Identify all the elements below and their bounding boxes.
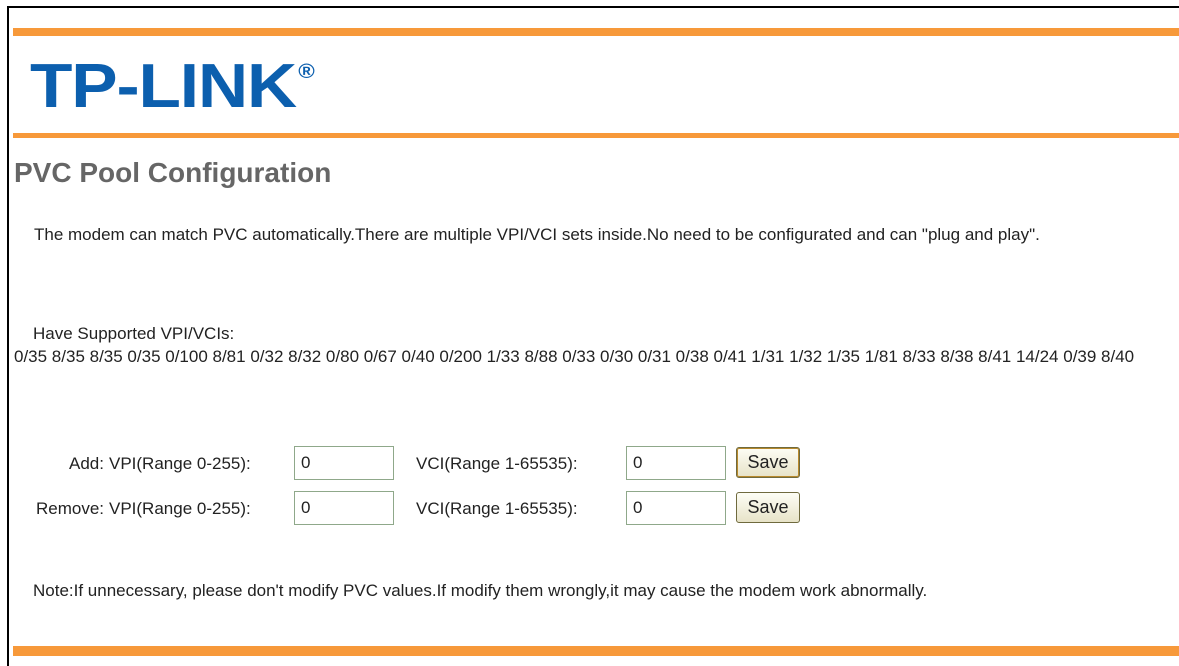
remove-save-button[interactable]: Save (736, 492, 800, 523)
description-text: The modem can match PVC automatically.Th… (34, 225, 1040, 244)
add-vci-input[interactable] (626, 446, 726, 480)
top-accent-bar (13, 28, 1179, 36)
supported-vpi-vci-list: 0/35 8/35 8/35 0/35 0/100 8/81 0/32 8/32… (14, 347, 1135, 366)
remove-pvc-row: Remove: VPI(Range 0-255): VCI(Range 1-65… (14, 491, 814, 525)
add-save-button[interactable]: Save (736, 447, 800, 478)
page-title: PVC Pool Configuration (14, 157, 332, 188)
logo-text: TP-LINK (30, 52, 297, 121)
add-label: Add: (69, 454, 104, 473)
add-vpi-input[interactable] (294, 446, 394, 480)
tp-link-logo: TP-LINK ® (30, 56, 315, 118)
bottom-accent-bar (13, 646, 1179, 656)
registered-mark: ® (298, 61, 314, 83)
add-vci-label: VCI(Range 1-65535): (416, 454, 578, 473)
header-divider-bar (13, 133, 1179, 138)
remove-label: Remove: (35, 499, 104, 518)
remove-vci-input[interactable] (626, 491, 726, 525)
remove-vpi-label: VPI(Range 0-255): (109, 499, 251, 518)
remove-vci-label: VCI(Range 1-65535): (416, 499, 578, 518)
remove-vpi-input[interactable] (294, 491, 394, 525)
supported-vpi-vci-label: Have Supported VPI/VCIs: (33, 324, 235, 343)
add-pvc-row: Add: VPI(Range 0-255): VCI(Range 1-65535… (14, 446, 814, 480)
add-vpi-label: VPI(Range 0-255): (109, 454, 251, 473)
warning-note: Note:If unnecessary, please don't modify… (33, 581, 928, 600)
